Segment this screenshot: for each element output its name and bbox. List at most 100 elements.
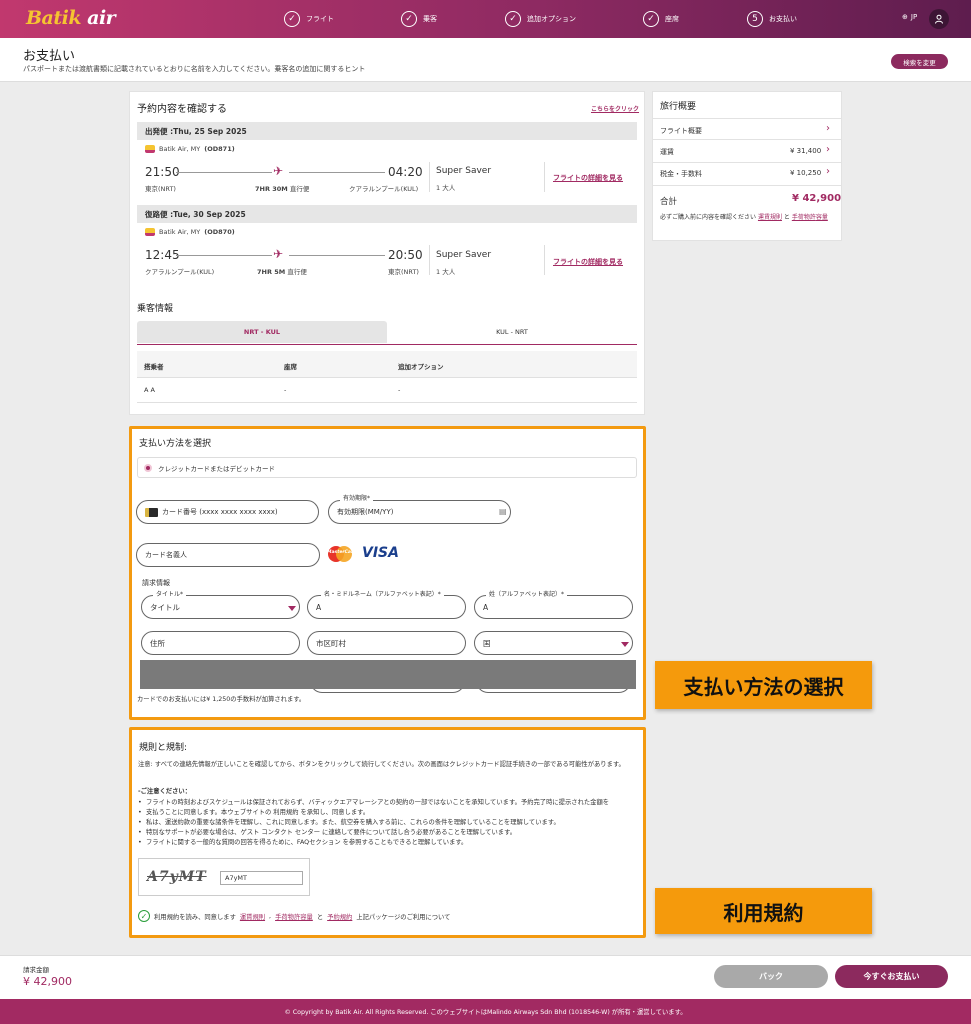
chevron-right-icon: › (826, 144, 830, 155)
outbound-airline: Batik Air, MY (OD871) (145, 145, 235, 153)
column-header: 追加オプション (398, 363, 444, 371)
check-icon: ✓ (643, 11, 659, 27)
route-line (289, 255, 385, 256)
inbound-pax: 1 大人 (436, 268, 456, 276)
billing-heading: 請求情報 (142, 579, 170, 587)
check-icon: ✓ (401, 11, 417, 27)
last-name-label: 姓（アルファベット表記）* (486, 589, 567, 598)
language-selector[interactable]: ⊕ JP (902, 13, 917, 21)
step-passenger[interactable]: ✓ 乗客 (401, 10, 437, 28)
card-number-field[interactable]: カード番号 (xxxx xxxx xxxx xxxx) (136, 500, 319, 524)
outbound-pax: 1 大人 (436, 184, 456, 192)
dropdown-caret-icon (621, 642, 629, 647)
step-payment: 5 お支払い (747, 10, 797, 28)
globe-icon: ⊕ (902, 13, 908, 21)
tax-row[interactable]: 税金・手数料 ¥ 10,250 › (653, 164, 841, 186)
rules-heading: 規則と規制: (139, 743, 188, 753)
checkmark-icon[interactable]: ✓ (138, 910, 150, 922)
payment-method-option[interactable]: クレジットカードまたはデビットカード (137, 457, 637, 478)
flight-overview-row[interactable]: フライト概要 › (653, 118, 841, 140)
check-icon: ✓ (284, 11, 300, 27)
last-name-field[interactable]: A (474, 595, 633, 619)
page-subtitle: パスポートまたは渡航書類に記載されているとおりに名前を入力してください。乗客名の… (23, 65, 366, 73)
agree-checkbox-row[interactable]: ✓ 利用規約を読み、同意します 運賃規則, 手荷物許容量 と 予約規約 上記パッ… (138, 910, 450, 922)
route-line (289, 172, 385, 173)
inbound-arrival-time: 20:50 (388, 248, 423, 262)
pay-now-button[interactable]: 今すぐお支払い (835, 965, 948, 988)
dropdown-caret-icon (288, 606, 296, 611)
inbound-details-link[interactable]: フライトの詳細を見る (553, 257, 623, 267)
fare-rules-link[interactable]: 運賃規則 (758, 214, 782, 221)
cardholder-field[interactable]: カード名義人 (136, 543, 320, 567)
batik-air-icon (145, 145, 155, 153)
page-title: お支払い (23, 49, 76, 64)
outbound-duration: 7HR 30M 直行便 (255, 185, 310, 193)
divider (544, 245, 545, 275)
column-header: 搭乗者 (144, 363, 164, 371)
plane-icon: ✈ (273, 164, 284, 178)
first-name-label: 名・ミドルネーム（アルファベット表記）* (321, 589, 444, 598)
baggage-allowance-link[interactable]: 手荷物許 (792, 214, 816, 221)
route-line (176, 255, 272, 256)
change-search-button[interactable]: 検索を変更 (891, 54, 948, 69)
batik-air-logo[interactable]: Batik air (26, 7, 116, 29)
captcha-box: A7yMT A7yMT (138, 858, 310, 896)
radio-selected-icon[interactable] (144, 463, 152, 472)
step-seat[interactable]: ✓ 座席 (643, 10, 679, 28)
passenger-table-header: 搭乗者 座席 追加オプション (137, 351, 637, 378)
tab-nrt-kul[interactable]: NRT - KUL (137, 321, 387, 343)
title-select[interactable]: タイトル (141, 595, 300, 619)
tab-kul-nrt[interactable]: KUL - NRT (387, 321, 637, 343)
inbound-departure-time: 12:45 (145, 248, 180, 262)
expiry-label: 有効期限* (340, 493, 374, 502)
first-name-field[interactable]: A (307, 595, 466, 619)
list-item: フライトに関する一般的な質問の回答を得るために、FAQセクション を参照すること… (138, 838, 638, 848)
fare-row[interactable]: 運賃 ¥ 31,400 › (653, 141, 841, 163)
outbound-departure-time: 21:50 (145, 165, 180, 179)
list-item: フライトの時刻およびスケジュールは保証されておらず、バティックエアマレーシアとの… (138, 798, 638, 808)
step-addons[interactable]: ✓ 追加オプション (505, 10, 576, 28)
outbound-departure-place: 東京(NRT) (145, 185, 176, 193)
page-title-bar (0, 38, 971, 82)
redacted-overlay (140, 660, 636, 689)
inbound-departure-place: クアラルンプール(KUL) (145, 268, 215, 276)
booking-heading: 予約内容を確認する (137, 104, 227, 115)
captcha-input[interactable]: A7yMT (220, 871, 303, 885)
total-label: 合計 (660, 197, 678, 207)
booking-terms-link[interactable]: 予約規約 (327, 912, 352, 921)
step-flight[interactable]: ✓ フライト (284, 10, 334, 28)
payment-method-banner: 支払い方法の選択 (655, 661, 872, 709)
card-fee-note: カードでのお支払いには¥ 1,250の手数料が加算されます。 (137, 696, 306, 703)
amount-value: ¥ 42,900 (23, 975, 72, 988)
total-value: ¥ 42,900 (792, 193, 842, 204)
divider (429, 162, 430, 192)
copyright-bar: © Copyright by Batik Air. All Rights Res… (0, 999, 971, 1024)
outbound-fare: Super Saver (436, 166, 492, 176)
back-button[interactable]: バック (714, 965, 828, 988)
click-here-link[interactable]: こちらをクリック (591, 104, 639, 113)
terms-banner: 利用規約 (655, 888, 872, 934)
title-label: タイトル* (153, 589, 187, 598)
passenger-heading: 乗客情報 (137, 304, 174, 314)
batik-air-icon (145, 228, 155, 236)
chevron-right-icon: › (826, 123, 830, 134)
inbound-duration: 7HR 5M 直行便 (257, 268, 307, 276)
fare-rules-link[interactable]: 運賃規則 (240, 912, 265, 921)
outbound-details-link[interactable]: フライトの詳細を見る (553, 173, 623, 183)
chevron-right-icon: › (826, 166, 830, 177)
expiry-field[interactable]: 有効期限(MM/YY) ▤ (328, 500, 511, 524)
outbound-arrival-time: 04:20 (388, 165, 423, 179)
inbound-airline: Batik Air, MY (OD870) (145, 228, 235, 236)
calendar-icon: ▤ (499, 507, 507, 516)
segment-tabs: NRT - KUL KUL - NRT (137, 321, 637, 345)
baggage-link[interactable]: 手荷物許容量 (275, 912, 313, 921)
address-field[interactable]: 住所 (141, 631, 300, 655)
plane-icon: ✈ (273, 247, 284, 261)
top-navigation-bar (0, 0, 971, 38)
city-field[interactable]: 市区町村 (307, 631, 466, 655)
inbound-arrival-place: 東京(NRT) (388, 268, 419, 276)
inbound-fare: Super Saver (436, 250, 492, 260)
user-icon[interactable] (929, 9, 949, 29)
inbound-date-band: 復路便 :Tue, 30 Sep 2025 (137, 205, 637, 223)
country-select[interactable]: 国 (474, 631, 633, 655)
